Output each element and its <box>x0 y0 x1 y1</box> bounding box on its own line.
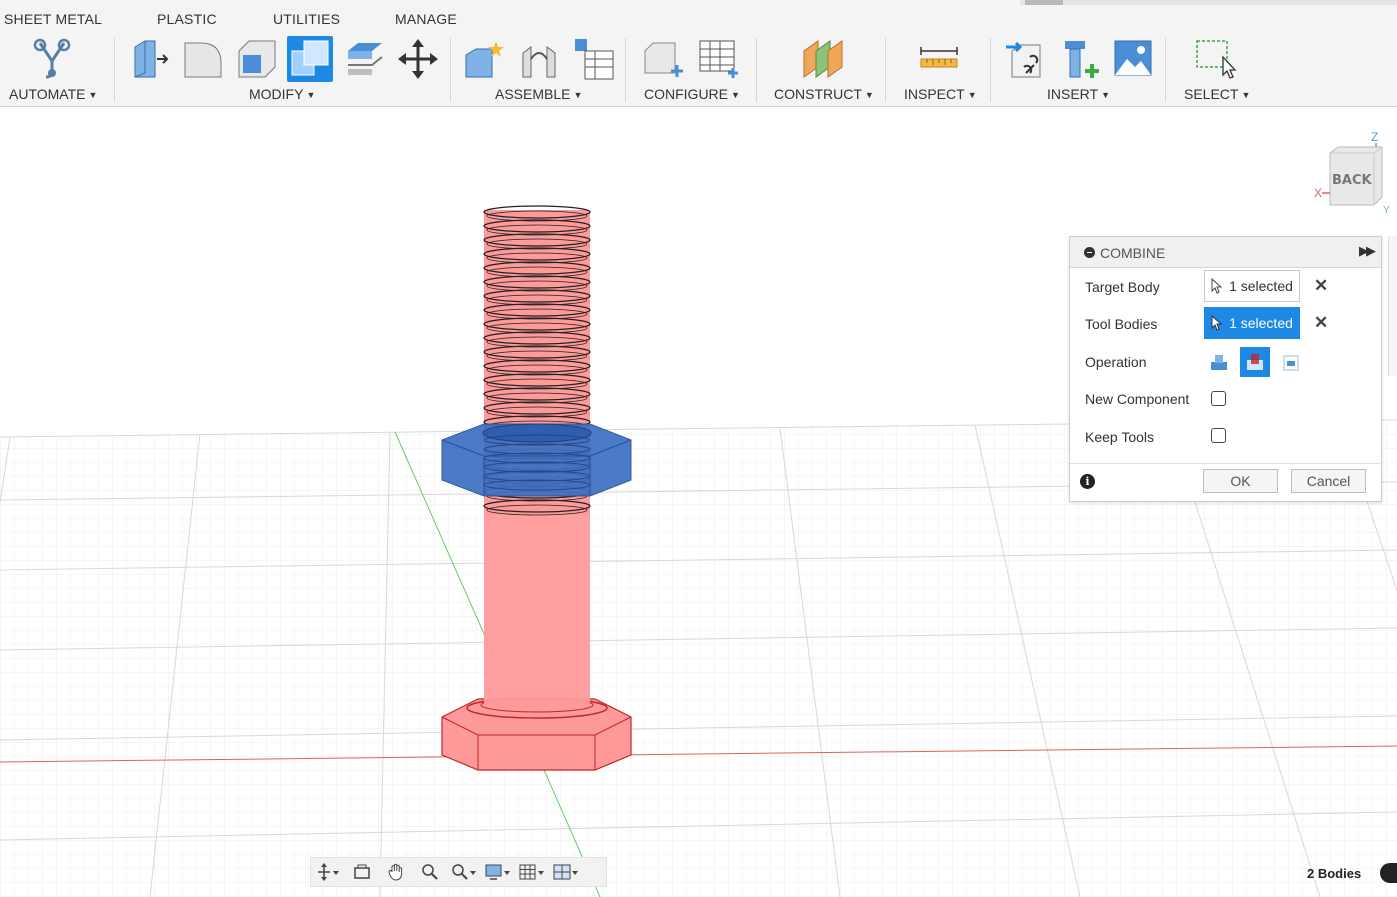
combine-dialog-header[interactable]: COMBINE ▶▶ <box>1070 237 1381 268</box>
tab-sheet-metal[interactable]: SHEET METAL <box>4 11 102 27</box>
tool-bodies-select[interactable]: 1 selected <box>1204 307 1300 339</box>
assemble-menu[interactable]: ASSEMBLE ▼ <box>495 86 582 102</box>
operation-label: Operation <box>1085 354 1147 370</box>
expand-icon[interactable]: ▶▶ <box>1359 243 1376 259</box>
insert-canvas-icon[interactable] <box>1110 36 1156 82</box>
press-pull-icon[interactable] <box>126 36 172 82</box>
clear-target-icon[interactable]: ✕ <box>1314 276 1328 296</box>
joint-icon[interactable] <box>516 36 562 82</box>
cursor-icon <box>1211 315 1223 331</box>
configure-menu[interactable]: CONFIGURE ▼ <box>644 86 740 102</box>
target-body-label: Target Body <box>1085 279 1160 295</box>
viewcube-z-label: Z <box>1371 130 1378 144</box>
orbit-icon[interactable] <box>311 859 345 885</box>
automate-menu[interactable]: AUTOMATE ▼ <box>9 86 97 102</box>
info-icon[interactable]: i <box>1080 474 1095 489</box>
offset-plane-icon[interactable] <box>799 36 845 82</box>
fillet-icon[interactable] <box>180 36 226 82</box>
side-panel-edge[interactable] <box>1388 236 1397 376</box>
collapse-icon[interactable] <box>1084 247 1095 258</box>
viewcube-face-label: BACK <box>1332 173 1373 188</box>
insert-menu[interactable]: INSERT ▼ <box>1047 86 1110 102</box>
dialog-footer: i OK Cancel <box>1070 463 1381 502</box>
inspect-menu[interactable]: INSPECT ▼ <box>904 86 977 102</box>
display-settings-icon[interactable] <box>481 859 515 885</box>
construct-menu[interactable]: CONSTRUCT ▼ <box>774 86 874 102</box>
viewcube-x-label: X <box>1314 186 1322 200</box>
viewport-canvas[interactable] <box>0 107 1397 897</box>
new-component-checkbox[interactable] <box>1211 391 1226 406</box>
insert-mcmaster-icon[interactable] <box>1056 36 1102 82</box>
tool-bodies-value: 1 selected <box>1229 315 1293 331</box>
new-component-icon[interactable] <box>461 36 507 82</box>
target-body-value: 1 selected <box>1229 278 1293 294</box>
grid-settings-icon[interactable] <box>515 859 549 885</box>
clear-tool-icon[interactable]: ✕ <box>1314 313 1328 333</box>
view-cube[interactable]: Z BACK X Y <box>1306 127 1396 222</box>
viewcube-y-label: Y <box>1383 205 1390 216</box>
new-component-label: New Component <box>1085 391 1190 407</box>
bodies-count: 2 Bodies <box>1307 866 1362 881</box>
window-select-icon[interactable] <box>1192 36 1238 82</box>
zoom-window-icon[interactable] <box>447 859 481 885</box>
viewports-icon[interactable] <box>549 859 583 885</box>
cursor-icon <box>1211 278 1223 294</box>
automate-tool-icon[interactable] <box>29 36 75 82</box>
insert-derive-icon[interactable] <box>1003 36 1049 82</box>
look-at-icon[interactable] <box>345 859 379 885</box>
cancel-button[interactable]: Cancel <box>1291 469 1366 493</box>
combine-dialog-title: COMBINE <box>1100 245 1166 261</box>
shell-icon[interactable] <box>234 36 280 82</box>
tab-utilities[interactable]: UTILITIES <box>273 11 340 27</box>
join-icon[interactable] <box>1204 347 1234 377</box>
tab-manage[interactable]: MANAGE <box>395 11 457 27</box>
configure-icon[interactable] <box>640 36 686 82</box>
tab-plastic[interactable]: PLASTIC <box>157 11 217 27</box>
select-menu[interactable]: SELECT ▼ <box>1184 86 1250 102</box>
window-top-bar <box>1020 0 1397 5</box>
target-body-select[interactable]: 1 selected <box>1204 270 1300 302</box>
cut-icon[interactable] <box>1240 347 1270 377</box>
assemble-table-icon[interactable] <box>570 36 616 82</box>
modify-menu[interactable]: MODIFY ▼ <box>249 86 315 102</box>
toolbar: SHEET METAL PLASTIC UTILITIES MANAGE AUT… <box>0 0 1397 107</box>
keep-tools-checkbox[interactable] <box>1211 428 1226 443</box>
split-body-icon[interactable] <box>341 36 387 82</box>
nut-body[interactable] <box>441 423 632 497</box>
navigation-bar <box>310 857 607 887</box>
combine-icon[interactable] <box>287 36 333 82</box>
intersect-icon[interactable] <box>1276 347 1306 377</box>
zoom-icon[interactable] <box>413 859 447 885</box>
ok-button[interactable]: OK <box>1203 469 1278 493</box>
tool-bodies-label: Tool Bodies <box>1085 316 1158 332</box>
keep-tools-label: Keep Tools <box>1085 429 1155 445</box>
measure-icon[interactable] <box>916 36 962 82</box>
move-icon[interactable] <box>395 36 441 82</box>
pan-icon[interactable] <box>379 859 413 885</box>
corner-logo-icon <box>1380 863 1397 883</box>
combine-dialog: COMBINE ▶▶ Target Body 1 selected ✕ Tool… <box>1069 236 1382 502</box>
configure-table-icon[interactable] <box>695 36 741 82</box>
